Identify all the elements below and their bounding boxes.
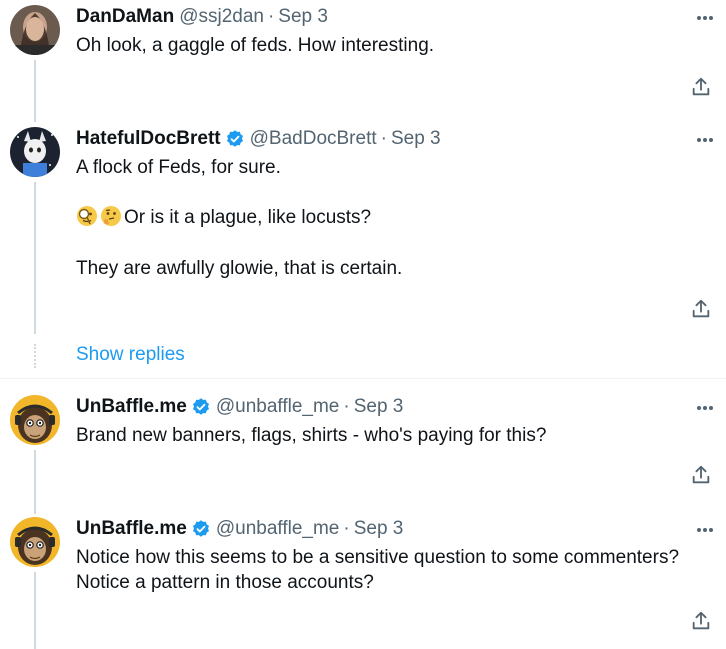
tweet-text-line-2: Notice a pattern in those accounts? bbox=[76, 572, 374, 593]
tweet-text-line-1: A flock of Feds, for sure. bbox=[76, 157, 281, 178]
magnifier-emoji-icon bbox=[76, 205, 98, 227]
more-icon[interactable] bbox=[694, 519, 716, 541]
share-icon[interactable] bbox=[690, 464, 712, 486]
separator: · bbox=[267, 6, 275, 27]
tweet-3[interactable]: UnBaffle.me @unbaffle_me · Sep 3 Brand n… bbox=[0, 395, 726, 495]
separator: · bbox=[343, 518, 350, 539]
verified-badge-icon bbox=[225, 129, 245, 149]
separator: · bbox=[343, 396, 350, 417]
tweet-text-line-2-text: Or is it a plague, like locusts? bbox=[124, 207, 372, 228]
verified-badge-icon bbox=[191, 519, 211, 539]
tweet-date[interactable]: Sep 3 bbox=[354, 396, 404, 418]
tweet-2[interactable]: HatefulDocBrett @BadDocBrett · Sep 3 A f… bbox=[0, 127, 726, 327]
share-icon[interactable] bbox=[690, 298, 712, 320]
more-icon[interactable] bbox=[694, 397, 716, 419]
tweet-text-line-1: Notice how this seems to be a sensitive … bbox=[76, 547, 680, 568]
display-name[interactable]: UnBaffle.me bbox=[76, 518, 187, 540]
tweet-header: UnBaffle.me @unbaffle_me · Sep 3 bbox=[76, 517, 403, 541]
avatar[interactable] bbox=[10, 127, 60, 177]
display-name[interactable]: UnBaffle.me bbox=[76, 396, 187, 418]
separator: · bbox=[380, 128, 387, 149]
tweet-text: Oh look, a gaggle of feds. How interesti… bbox=[76, 35, 435, 56]
tweet-text-line-2: Or is it a plague, like locusts? bbox=[76, 205, 371, 230]
avatar[interactable] bbox=[10, 5, 60, 55]
tweet-4[interactable]: UnBaffle.me @unbaffle_me · Sep 3 Notice … bbox=[0, 517, 726, 647]
show-replies-link[interactable]: Show replies bbox=[76, 344, 185, 366]
share-icon[interactable] bbox=[690, 76, 712, 98]
verified-badge-icon bbox=[191, 397, 211, 417]
tweet-text: Brand new banners, flags, shirts - who's… bbox=[76, 425, 547, 446]
user-handle[interactable]: @unbaffle_me bbox=[216, 396, 340, 418]
share-icon[interactable] bbox=[690, 610, 712, 632]
user-handle[interactable]: @BadDocBrett bbox=[250, 128, 377, 150]
tweet-header: DanDaMan @ssj2dan · Sep 3 bbox=[76, 5, 328, 29]
tweet-1[interactable]: DanDaMan @ssj2dan · Sep 3 Oh look, a gag… bbox=[0, 5, 726, 115]
divider bbox=[0, 378, 726, 379]
tweet-header: UnBaffle.me @unbaffle_me · Sep 3 bbox=[76, 395, 403, 419]
user-handle[interactable]: @ssj2dan bbox=[179, 6, 264, 28]
display-name[interactable]: HatefulDocBrett bbox=[76, 128, 221, 150]
tweet-date[interactable]: Sep 3 bbox=[278, 6, 328, 28]
tweet-text-line-3: They are awfully glowie, that is certain… bbox=[76, 258, 403, 279]
user-handle[interactable]: @unbaffle_me bbox=[216, 518, 340, 540]
tweet-header: HatefulDocBrett @BadDocBrett · Sep 3 bbox=[76, 127, 441, 151]
more-icon[interactable] bbox=[694, 129, 716, 151]
more-icon[interactable] bbox=[694, 7, 716, 29]
thinking-face-emoji-icon bbox=[100, 205, 122, 227]
display-name[interactable]: DanDaMan bbox=[76, 6, 174, 28]
thread-dotted-line bbox=[34, 344, 36, 368]
tweet-date[interactable]: Sep 3 bbox=[354, 518, 404, 540]
tweet-date[interactable]: Sep 3 bbox=[391, 128, 441, 150]
avatar[interactable] bbox=[10, 517, 60, 567]
avatar[interactable] bbox=[10, 395, 60, 445]
